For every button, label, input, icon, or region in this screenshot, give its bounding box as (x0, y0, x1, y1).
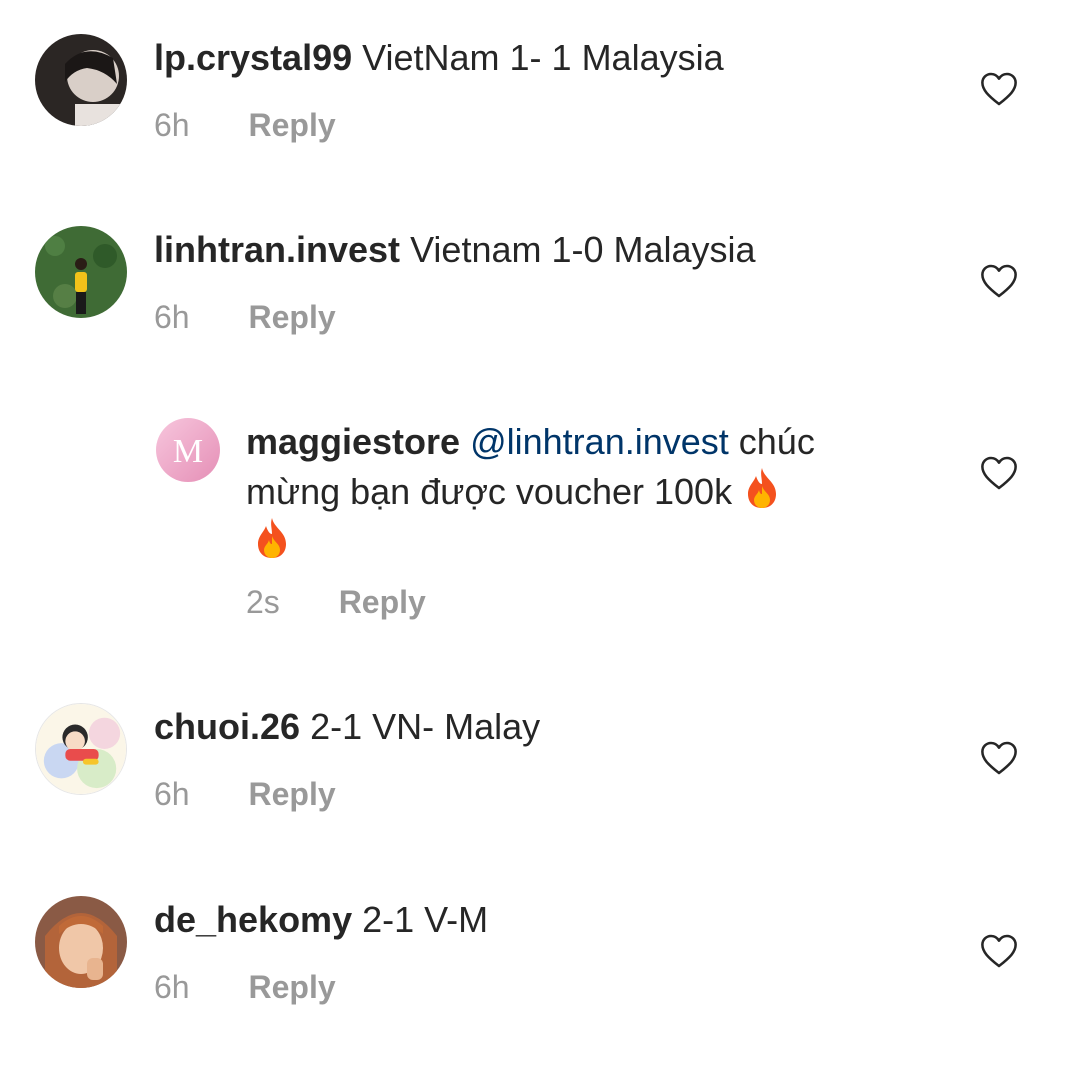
like-heart-icon[interactable] (980, 740, 1018, 776)
comment-text: chuoi.26 2-1 VN- Malay (154, 703, 540, 751)
fire-emoji-icon (742, 466, 782, 510)
comment-meta: 6h Reply (154, 967, 336, 1007)
comment-username[interactable]: de_hekomy (154, 899, 352, 940)
comment-username[interactable]: chuoi.26 (154, 706, 300, 747)
like-heart-icon[interactable] (980, 71, 1018, 107)
like-heart-icon[interactable] (980, 933, 1018, 969)
avatar[interactable] (35, 703, 127, 795)
comment-timestamp: 2s (246, 584, 280, 620)
comment-text: maggiestore @linhtran.invest chúc mừng b… (246, 418, 946, 566)
comment-username[interactable]: maggiestore (246, 421, 460, 462)
reply-button[interactable]: Reply (248, 969, 335, 1005)
comment-timestamp: 6h (154, 107, 190, 143)
comment-line-1: maggiestore @linhtran.invest chúc (246, 418, 946, 466)
avatar[interactable] (35, 34, 127, 126)
mention-link[interactable]: @linhtran.invest (470, 421, 729, 462)
comment-body: VietNam 1- 1 Malaysia (362, 37, 724, 78)
comment-timestamp: 6h (154, 299, 190, 335)
reply-button[interactable]: Reply (248, 107, 335, 143)
comment-timestamp: 6h (154, 776, 190, 812)
reply-button[interactable]: Reply (248, 776, 335, 812)
avatar[interactable] (35, 896, 127, 988)
reply-button[interactable]: Reply (248, 299, 335, 335)
comment-text: linhtran.invest Vietnam 1-0 Malaysia (154, 226, 756, 274)
fire-emoji-icon (252, 516, 292, 560)
comment-meta: 6h Reply (154, 297, 336, 337)
comment-body: 2-1 VN- Malay (310, 706, 541, 747)
comment-body-part1: chúc (738, 421, 815, 462)
comment-body-part2: mừng bạn được voucher 100k (246, 471, 733, 512)
maggiestore-logo-icon[interactable]: M (156, 418, 220, 482)
comment-username[interactable]: lp.crystal99 (154, 37, 352, 78)
comment-body: 2-1 V-M (362, 899, 489, 940)
comment-username[interactable]: linhtran.invest (154, 229, 400, 270)
comment-meta: 2s Reply (246, 582, 426, 622)
reply-button[interactable]: Reply (339, 584, 426, 620)
comment-line-2: mừng bạn được voucher 100k (246, 466, 946, 516)
comment-text: lp.crystal99 VietNam 1- 1 Malaysia (154, 34, 724, 82)
like-heart-icon[interactable] (980, 263, 1018, 299)
comment-body: Vietnam 1-0 Malaysia (410, 229, 756, 270)
comment-text: de_hekomy 2-1 V-M (154, 896, 488, 944)
comment-meta: 6h Reply (154, 774, 336, 814)
comment-timestamp: 6h (154, 969, 190, 1005)
avatar[interactable] (35, 226, 127, 318)
comment-line-3 (252, 516, 946, 566)
svg-text:M: M (173, 433, 203, 470)
comment-meta: 6h Reply (154, 105, 336, 145)
like-heart-icon[interactable] (980, 455, 1018, 491)
